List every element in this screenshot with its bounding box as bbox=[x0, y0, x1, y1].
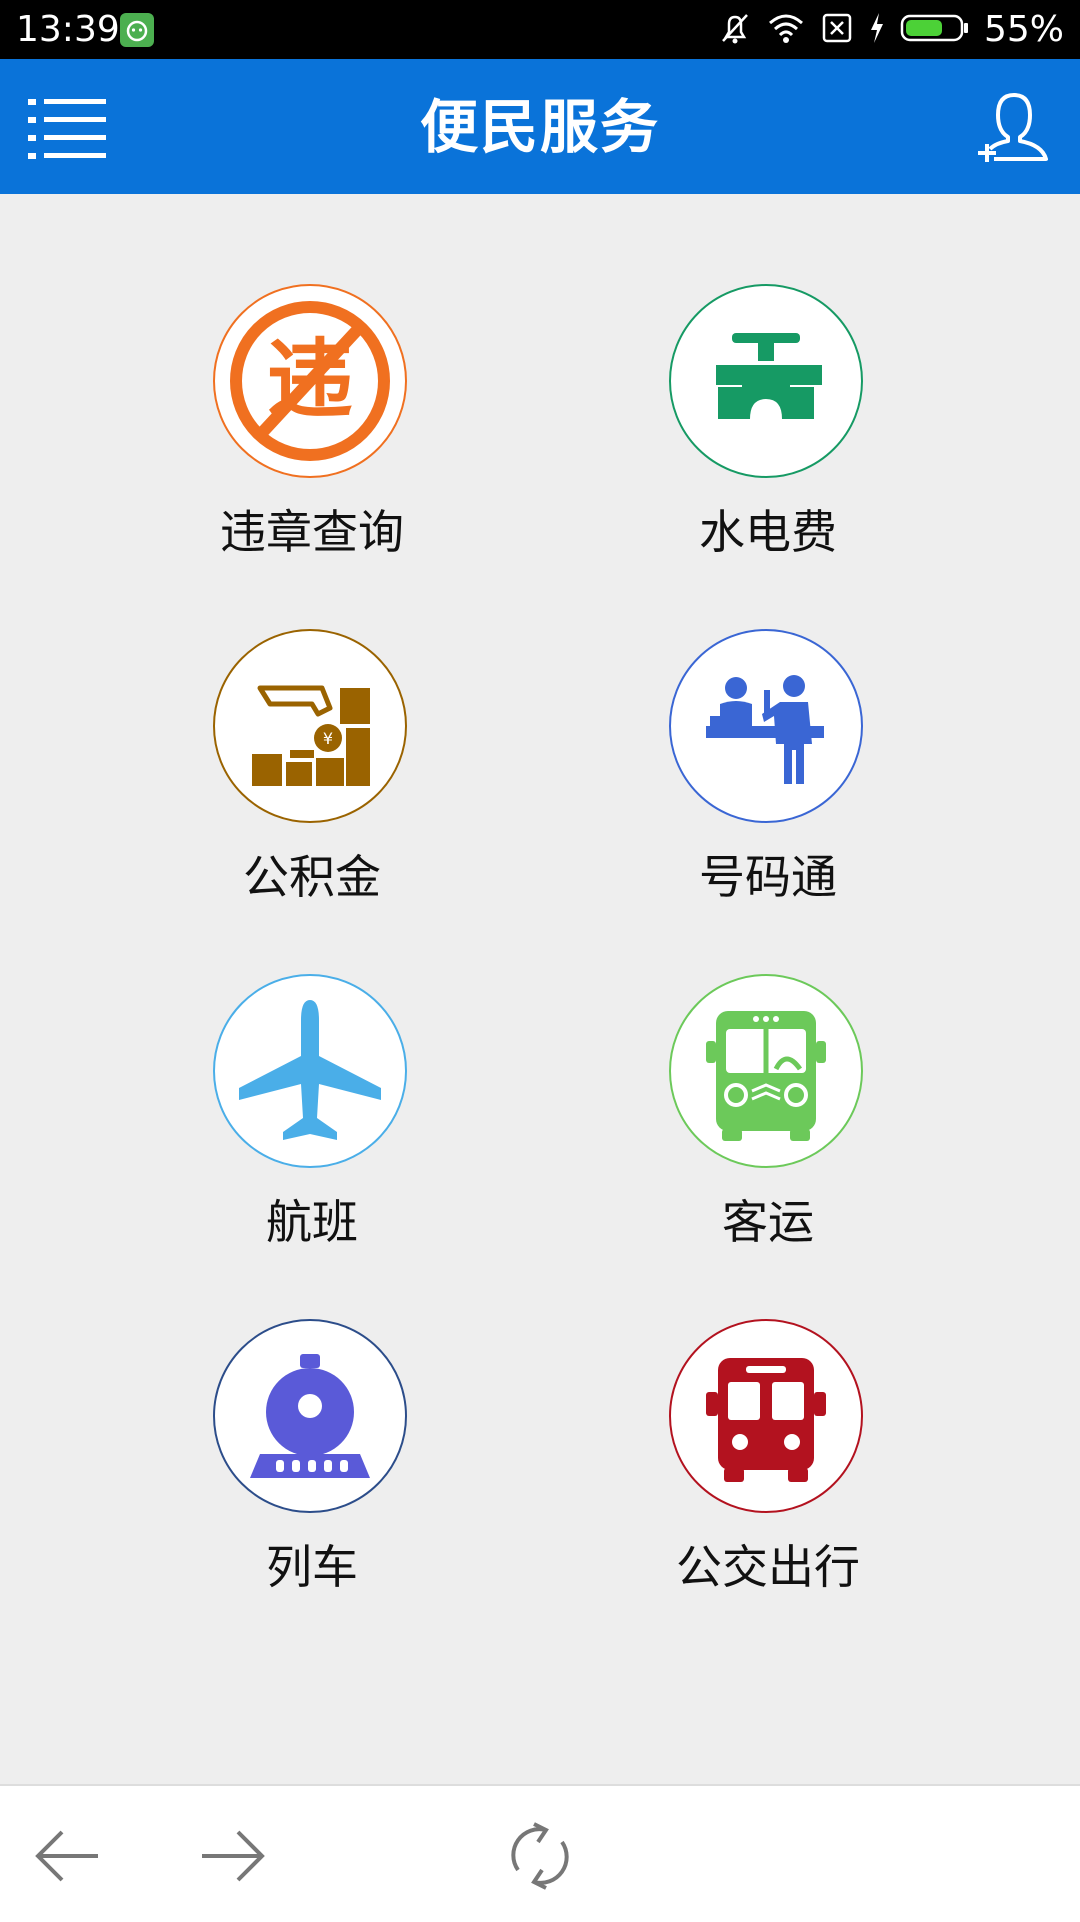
airplane-icon bbox=[213, 974, 407, 1168]
service-train[interactable]: 列车 bbox=[152, 1319, 472, 1619]
train-icon bbox=[213, 1319, 407, 1513]
battery-icon bbox=[900, 13, 970, 47]
wifi-icon bbox=[766, 11, 806, 49]
svg-text:¥: ¥ bbox=[323, 729, 333, 748]
mute-bell-icon bbox=[718, 10, 752, 50]
service-traffic-violation[interactable]: 违 违章查询 bbox=[152, 284, 472, 584]
status-time: 13:39 bbox=[16, 9, 120, 50]
back-button[interactable] bbox=[28, 1816, 108, 1896]
status-bar: 13:39 55% bbox=[0, 0, 1080, 59]
user-button[interactable] bbox=[974, 87, 1054, 167]
bottom-nav-bar bbox=[0, 1784, 1080, 1922]
traffic-violation-icon: 违 bbox=[213, 284, 407, 478]
add-user-icon bbox=[978, 93, 1048, 162]
refresh-button[interactable] bbox=[500, 1816, 580, 1896]
service-housing-fund[interactable]: ¥ 公积金 bbox=[152, 629, 472, 929]
service-label: 公积金 bbox=[243, 850, 381, 904]
status-icons: 55% bbox=[718, 8, 1064, 52]
refresh-icon bbox=[511, 1822, 569, 1890]
svg-text:违: 违 bbox=[267, 330, 353, 430]
service-label: 水电费 bbox=[699, 505, 837, 559]
service-coach[interactable]: 客运 bbox=[608, 974, 928, 1274]
coach-bus-icon bbox=[669, 974, 863, 1168]
arrow-left-icon bbox=[35, 1830, 98, 1882]
page-title: 便民服务 bbox=[419, 93, 660, 161]
water-tap-icon bbox=[669, 284, 863, 478]
service-grid: 违 违章查询 水电费 ¥ 公积金 号码通 航班 客运 列车 公交出行 bbox=[0, 194, 1080, 1784]
housing-fund-icon: ¥ bbox=[213, 629, 407, 823]
forward-button[interactable] bbox=[192, 1816, 272, 1896]
arrow-right-icon bbox=[202, 1830, 265, 1882]
service-number-lookup[interactable]: 号码通 bbox=[608, 629, 928, 929]
service-flights[interactable]: 航班 bbox=[152, 974, 472, 1274]
battery-percent: 55% bbox=[983, 9, 1064, 50]
service-label: 违章查询 bbox=[220, 505, 404, 559]
no-sim-icon bbox=[820, 11, 854, 49]
service-label: 列车 bbox=[266, 1540, 358, 1594]
service-label: 号码通 bbox=[699, 850, 837, 904]
city-bus-icon bbox=[669, 1319, 863, 1513]
service-city-bus[interactable]: 公交出行 bbox=[608, 1319, 928, 1619]
service-counter-icon bbox=[669, 629, 863, 823]
app-header: 便民服务 bbox=[0, 59, 1080, 194]
service-label: 公交出行 bbox=[676, 1540, 860, 1594]
notification-app-icon bbox=[120, 13, 154, 47]
charging-icon bbox=[868, 11, 886, 49]
service-label: 客运 bbox=[722, 1195, 814, 1249]
service-label: 航班 bbox=[266, 1195, 358, 1249]
service-utility-bills[interactable]: 水电费 bbox=[608, 284, 928, 584]
